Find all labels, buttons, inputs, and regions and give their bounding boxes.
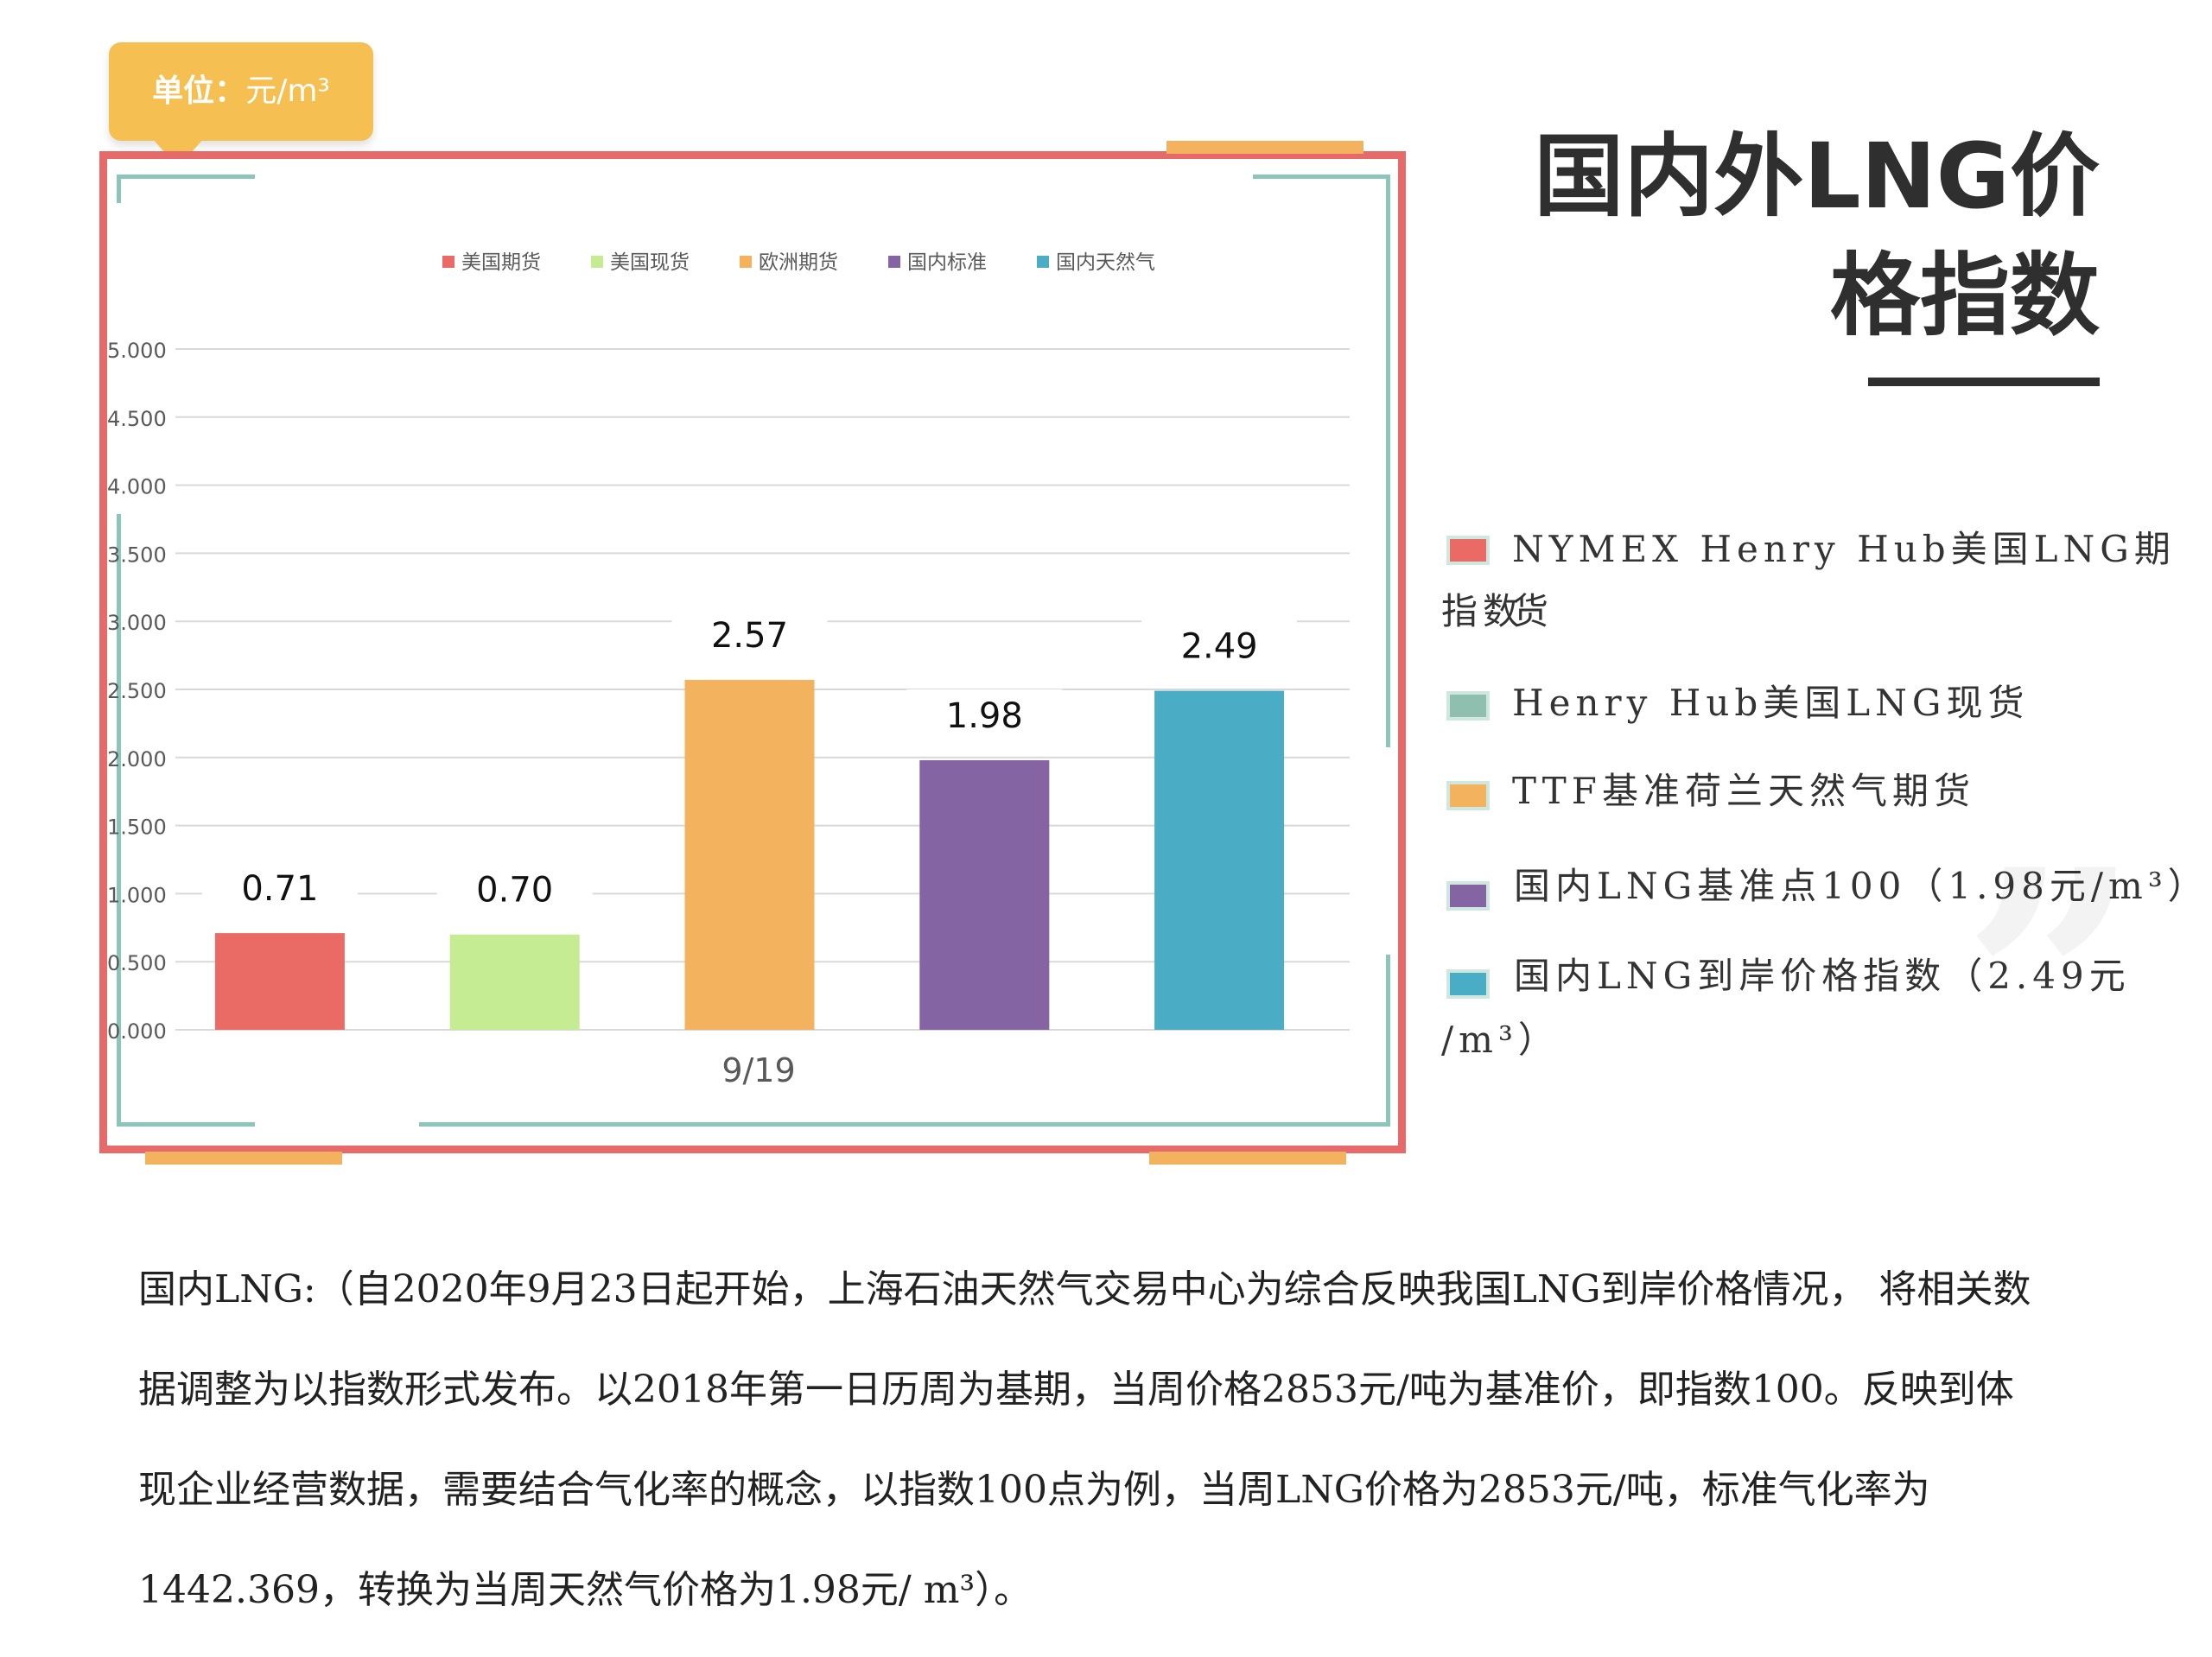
bar-1 [449,934,580,1030]
chart-bars [214,679,1285,1030]
legend-label-3: 国内标准 [907,251,987,274]
y-tick-label-9: 4.500 [107,407,167,431]
data-label-1: 0.70 [476,871,553,911]
legend-item-domestic-arrival-line2: /m³） [1441,1019,1560,1061]
legend-swatch-henry-hub-spot [1446,691,1490,721]
y-tick-label-10: 5.000 [107,339,167,363]
paragraph-line-3: 现企业经营数据，需要结合气化率的概念，以指数100点为例，当周LNG价格为285… [138,1468,1930,1512]
page-title-line-2: 格指数 [1829,243,2100,348]
page-title-line-1: 国内外LNG价 [1534,124,2100,229]
bar-0 [214,933,345,1030]
paragraph-line-1: 国内LNG:（自2020年9月23日起开始，上海石油天然气交易中心为综合反映我国… [138,1267,2031,1311]
legend-item-ttf: TTF基准荷兰天然气期货 [1512,770,1975,812]
legend-swatch-1 [591,256,603,268]
y-tick-label-4: 2.000 [107,747,167,771]
legend-item-nymex-line2: 指数 [1441,590,1525,632]
paragraph-line-4: 1442.369，转换为当周天然气价格为1.98元/ m³）。 [138,1568,1033,1612]
y-axis-ticks: 0.000 0.500 1.000 1.500 2.000 2.500 3.000 3.500… [107,339,167,1044]
paragraph-line-2: 据调整为以指数形式发布。以2018年第一日历周为基期，当周价格2853元/吨为基… [138,1368,2014,1412]
y-tick-label-1: 0.500 [107,951,167,975]
data-label-0: 0.71 [241,869,318,909]
legend-label-2: 欧洲期货 [759,251,838,274]
y-tick-label-0: 0.000 [107,1019,167,1044]
bar-3 [919,759,1050,1030]
x-axis-category-label: 9/19 [721,1051,795,1089]
data-label-4: 2.49 [1181,627,1258,667]
data-label-3: 1.98 [946,696,1023,736]
legend-swatch-domestic-arrival [1446,969,1490,999]
y-tick-label-5: 2.500 [107,679,167,703]
legend-swatch-0 [442,256,454,268]
y-tick-label-6: 3.000 [107,611,167,635]
description-paragraph: 国内LNG:（自2020年9月23日起开始，上海石油天然气交易中心为综合反映我国… [138,1240,2143,1641]
y-tick-label-3: 1.500 [107,816,167,840]
page-title: 国内外LNG价 格指数 [1322,117,2100,355]
legend-swatch-3 [888,256,900,268]
legend-swatch-ttf [1446,781,1490,810]
legend-swatch-4 [1037,256,1049,268]
legend-swatch-2 [740,256,752,268]
legend-item-domestic-benchmark: 国内LNG基准点100（1.98元/m³） [1514,865,2209,907]
data-label-2: 2.57 [711,616,788,656]
legend-label-0: 美国期货 [461,251,541,274]
legend-item-henry-hub-spot: Henry Hub美国LNG现货 [1512,682,2030,724]
legend-label-1: 美国现货 [610,251,690,274]
bar-2 [684,679,815,1030]
legend-swatch-domestic-benchmark [1446,881,1490,911]
legend-label-4: 国内天然气 [1056,251,1155,274]
legend-item-domestic-arrival-line1: 国内LNG到岸价格指数（2.49元 [1514,955,2131,997]
bar-4 [1154,690,1285,1030]
y-tick-label-2: 1.000 [107,883,167,907]
y-tick-label-7: 3.500 [107,543,167,567]
y-tick-label-8: 4.000 [107,475,167,499]
chart-legend: 美国期货 美国现货 欧洲期货 国内标准 国内天然气 [442,251,1155,274]
legend-swatch-nymex [1446,536,1490,565]
legend-item-nymex-line1: NYMEX Henry Hub美国LNG期货 [1512,528,2176,632]
title-underline [1868,378,2100,386]
